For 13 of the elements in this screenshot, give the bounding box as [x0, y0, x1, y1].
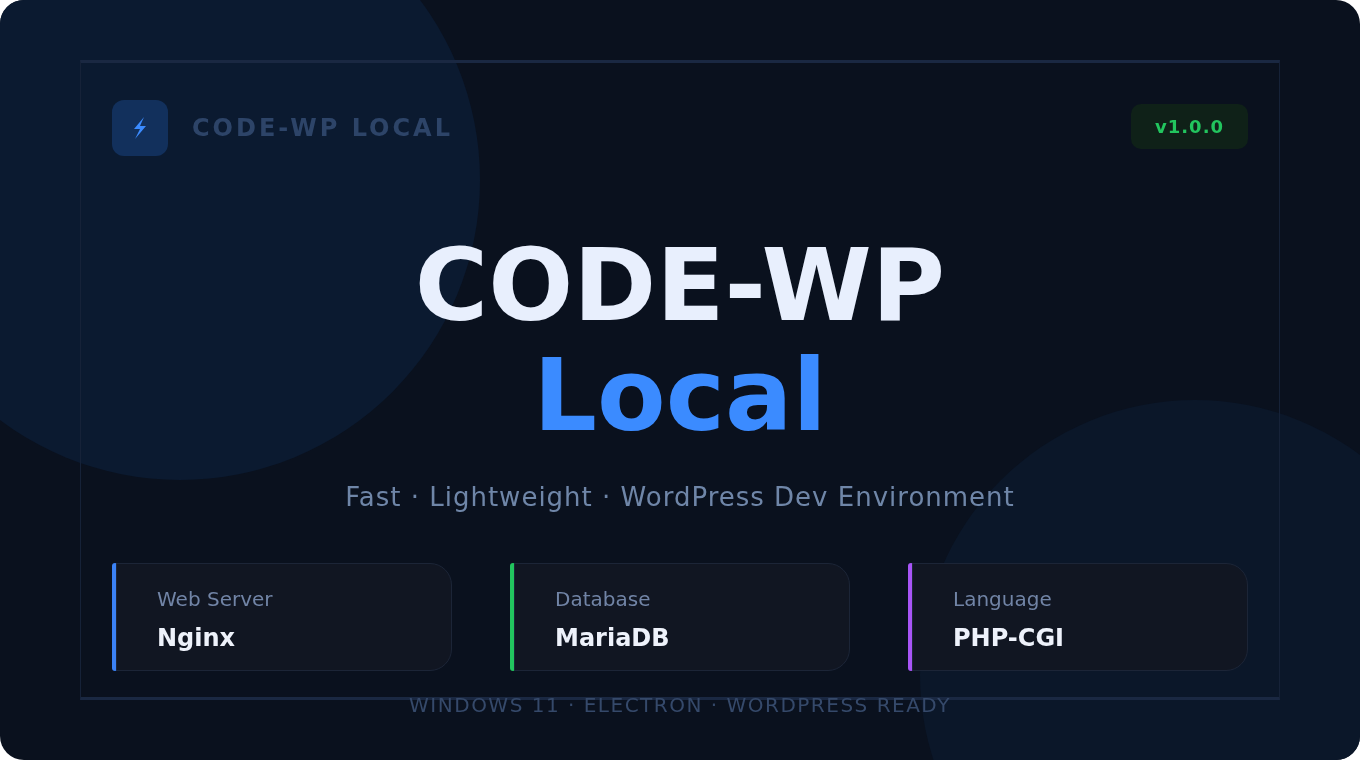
hero-title: CODE-WP [414, 236, 946, 336]
footer-text: WINDOWS 11 · ELECTRON · WORDPRESS READY [409, 693, 951, 717]
card-label: Database [555, 586, 652, 613]
card-label: Web Server [157, 586, 274, 613]
lightning-icon [131, 116, 149, 140]
card-value: Nginx [157, 623, 237, 654]
brand-name: CODE-WP LOCAL [192, 113, 453, 144]
card-label: Language [953, 586, 1053, 613]
card-value: MariaDB [555, 623, 671, 654]
version-badge: v1.0.0 [1131, 104, 1248, 149]
tagline: Fast · Lightweight · WordPress Dev Environment [345, 481, 1015, 514]
hero-subtitle: Local [533, 346, 827, 446]
card-value: PHP-CGI [953, 623, 1066, 654]
